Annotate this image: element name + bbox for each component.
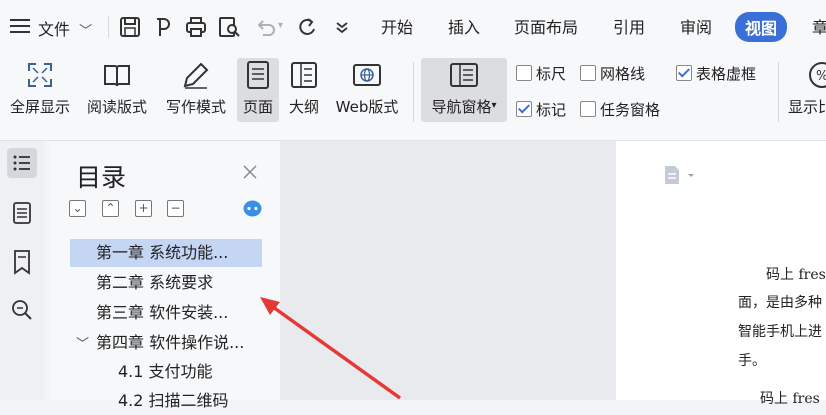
expand-icon[interactable]: +: [135, 200, 152, 217]
find-icon[interactable]: [7, 295, 37, 325]
document-text-line: 面，是由多种: [738, 295, 822, 311]
task-pane-label: 任务窗格: [600, 101, 661, 119]
markup-checkbox[interactable]: 标记: [516, 99, 566, 120]
svg-text:%: %: [816, 69, 826, 84]
toc-item[interactable]: 第一章 系统功能...: [70, 239, 262, 267]
save-icon[interactable]: [119, 16, 141, 38]
document-text-line: 码上 fres: [766, 267, 826, 283]
annotation-arrow: [260, 297, 402, 400]
tab-page-layout[interactable]: 页面布局: [514, 14, 578, 38]
redo-icon[interactable]: [296, 16, 318, 38]
zoom-button[interactable]: % 显示比: [786, 58, 826, 122]
tab-review[interactable]: 审阅: [680, 14, 712, 38]
gridlines-checkbox[interactable]: 网格线: [580, 63, 645, 84]
toc-item-label: 第四章 软件操作说...: [96, 333, 245, 352]
toc-item[interactable]: 第三章 软件安装...: [70, 299, 262, 327]
menu-icon[interactable]: [10, 18, 30, 34]
nav-pane-button[interactable]: 导航窗格▾: [421, 58, 507, 122]
nav-pane-title: 目录: [76, 163, 127, 192]
chapter-icon[interactable]: [7, 198, 37, 228]
nav-pane-label: 导航窗格▾: [431, 98, 497, 116]
table-gridlines-label: 表格虚框: [696, 65, 757, 83]
fullscreen-label: 全屏显示: [9, 98, 70, 116]
checkbox-checked: [516, 101, 532, 117]
toc-item[interactable]: 4.2 扫描二维码: [70, 387, 262, 415]
doc-menu-icon[interactable]: [664, 165, 698, 185]
divider: [413, 62, 414, 122]
page-view-button[interactable]: 页面: [237, 58, 279, 122]
export-pdf-icon[interactable]: [152, 16, 174, 38]
page-view-label: 页面: [242, 98, 273, 116]
checkbox-box: [580, 101, 596, 117]
toc-item[interactable]: ﹀ 第四章 软件操作说...: [70, 329, 262, 357]
web-icon: [352, 60, 382, 90]
file-menu-label: 文件: [38, 20, 71, 39]
markup-label: 标记: [536, 101, 567, 119]
close-icon[interactable]: [242, 164, 258, 180]
reading-layout-label: 阅读版式: [86, 98, 147, 116]
page-icon: [243, 60, 273, 90]
tab-home[interactable]: 开始: [381, 14, 413, 38]
tab-view[interactable]: 视图: [735, 12, 788, 42]
toc-item-label: 4.2 扫描二维码: [118, 391, 229, 410]
pen-icon: [181, 60, 211, 90]
document-text-line: 手。: [738, 353, 766, 369]
ruler-checkbox[interactable]: 标尺: [516, 63, 566, 84]
chevron-down-icon: ﹀: [79, 24, 93, 39]
writing-mode-button[interactable]: 写作模式: [158, 58, 234, 122]
document-text-line: 智能手机上进: [738, 324, 822, 340]
collapse-all-icon[interactable]: ⌄: [69, 200, 86, 217]
outline-label: 大纲: [288, 98, 319, 116]
reading-layout-button[interactable]: 阅读版式: [80, 58, 154, 122]
print-preview-icon[interactable]: [218, 16, 240, 38]
checkbox-box: [580, 65, 596, 81]
expand-up-icon[interactable]: ⌃: [102, 200, 119, 217]
outline-icon: [289, 60, 319, 90]
tab-section[interactable]: 章: [812, 14, 826, 38]
zoom-percent-icon: %: [807, 60, 826, 90]
toc-icon[interactable]: [7, 148, 37, 178]
file-menu[interactable]: 文件 ﹀: [38, 16, 92, 40]
writing-mode-label: 写作模式: [165, 98, 226, 116]
toc-item[interactable]: 第二章 系统要求: [70, 269, 262, 297]
checkbox-checked: [676, 65, 692, 81]
print-icon[interactable]: [185, 16, 207, 38]
bookmark-icon[interactable]: [7, 247, 37, 277]
chevron-down-icon: ▾: [491, 100, 497, 111]
chevron-down-icon[interactable]: ﹀: [76, 331, 96, 359]
book-icon: [102, 60, 132, 90]
toc-item-label: 4.1 支付功能: [118, 362, 213, 381]
ruler-label: 标尺: [536, 65, 567, 83]
web-layout-button[interactable]: Web版式: [329, 58, 405, 122]
table-gridlines-checkbox[interactable]: 表格虚框: [676, 63, 756, 84]
tab-references[interactable]: 引用: [613, 14, 645, 38]
nav-pane-icon: [449, 60, 479, 90]
toc-item-label: 第一章 系统功能...: [96, 243, 229, 262]
undo-dropdown-icon[interactable]: ▾: [278, 20, 283, 31]
fullscreen-icon: [25, 60, 55, 90]
outline-button[interactable]: 大纲: [283, 58, 325, 122]
collapse-icon[interactable]: −: [167, 200, 184, 217]
checkbox-box: [516, 65, 532, 81]
more-dropdown-icon[interactable]: [331, 16, 353, 38]
smart-toc-icon[interactable]: [243, 199, 262, 218]
toc-item[interactable]: 4.1 支付功能: [70, 358, 262, 386]
toc-item-label: 第三章 软件安装...: [96, 303, 229, 322]
zoom-label: 显示比: [788, 98, 826, 116]
fullscreen-button[interactable]: 全屏显示: [4, 58, 76, 122]
divider: [778, 62, 779, 122]
divider: [108, 16, 109, 38]
tab-insert[interactable]: 插入: [448, 14, 480, 38]
undo-icon[interactable]: [254, 16, 276, 38]
toc-item-label: 第二章 系统要求: [96, 273, 214, 292]
web-layout-label: Web版式: [335, 98, 399, 116]
gridlines-label: 网格线: [600, 65, 646, 83]
document-text-line: 码上 fres: [760, 391, 820, 407]
task-pane-checkbox[interactable]: 任务窗格: [580, 99, 660, 120]
